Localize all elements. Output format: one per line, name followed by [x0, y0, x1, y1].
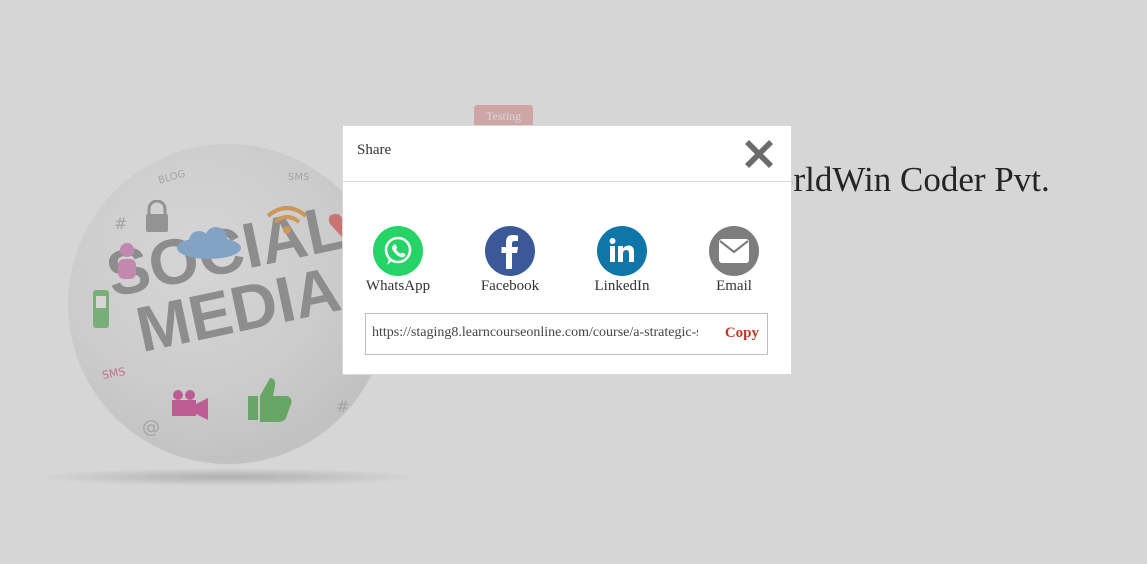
share-whatsapp-button[interactable]: WhatsApp: [353, 226, 443, 295]
facebook-icon: [485, 226, 535, 276]
share-options: WhatsApp Facebook LinkedIn Email: [343, 226, 791, 296]
whatsapp-icon: [373, 226, 423, 276]
modal-title: Share: [357, 142, 392, 158]
share-url-input[interactable]: [366, 314, 704, 352]
share-email-label: Email: [716, 278, 752, 294]
share-whatsapp-label: WhatsApp: [365, 278, 431, 294]
close-icon: [745, 140, 773, 168]
share-linkedin-button[interactable]: LinkedIn: [577, 226, 667, 295]
share-url-box: Copy: [365, 313, 768, 355]
share-modal-header: Share: [343, 126, 791, 182]
share-linkedin-label: LinkedIn: [594, 278, 650, 294]
share-modal: Share WhatsApp Facebook LinkedIn Email h…: [342, 125, 792, 375]
copy-button[interactable]: Copy: [725, 325, 759, 342]
share-facebook-button[interactable]: Facebook: [465, 226, 555, 295]
share-facebook-label: Facebook: [480, 278, 540, 294]
close-button[interactable]: [743, 138, 775, 170]
share-email-button[interactable]: Email: [689, 226, 779, 295]
email-icon: [709, 226, 759, 276]
linkedin-icon: [597, 226, 647, 276]
